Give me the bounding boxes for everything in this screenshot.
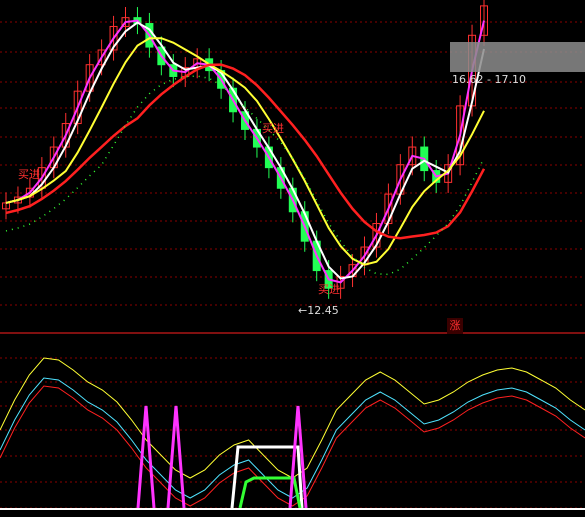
rise-badge: 涨	[447, 318, 463, 334]
buy-label-0: 买进	[18, 168, 40, 181]
range-label: 16.62 - 17.10	[452, 73, 526, 86]
magenta-spike-0	[136, 405, 156, 509]
low-price-label: ←12.45	[298, 304, 339, 317]
buy-label-2: 买进	[318, 283, 340, 296]
buy-label-1: 买进	[262, 122, 284, 135]
stock-chart[interactable]: 买进买进买进←12.4516.62 - 17.10	[0, 0, 585, 517]
magenta-spike-1	[166, 405, 186, 509]
price-range-box	[450, 42, 585, 72]
